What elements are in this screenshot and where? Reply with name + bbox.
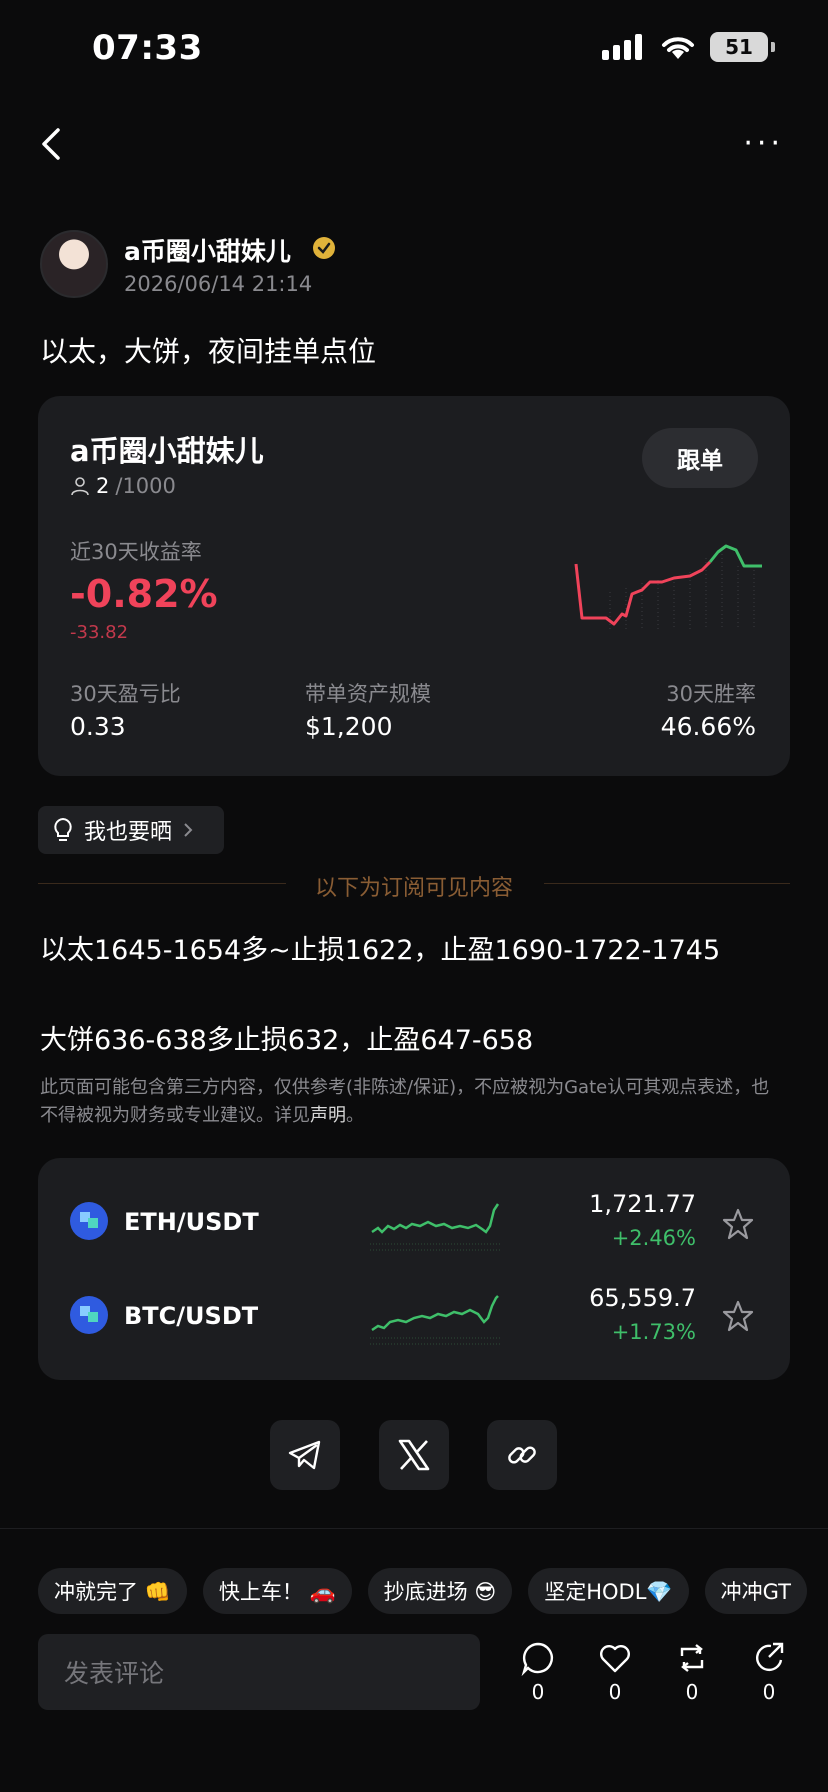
followers-count: 2/1000 (70, 474, 176, 498)
btc-coin-icon (70, 1296, 108, 1334)
roi-sparkline (574, 544, 762, 630)
market-change-btc: +1.73% (611, 1320, 696, 1344)
signal-icon (602, 34, 642, 60)
eth-sparkline (370, 1203, 502, 1251)
eth-coin-icon (70, 1202, 108, 1240)
market-price-eth: 1,721.77 (589, 1190, 696, 1218)
share-icon (756, 1642, 784, 1672)
reaction-chip[interactable]: 冲就完了 👊 (38, 1568, 187, 1614)
followers-max: /1000 (115, 474, 176, 498)
disclaimer-text: 此页面可能包含第三方内容，仅供参考(非陈述/保证)，不应被视为Gate认可其观点… (40, 1077, 770, 1126)
like-action[interactable]: 0 (585, 1640, 645, 1704)
share-action[interactable]: 0 (739, 1640, 799, 1704)
market-price-btc: 65,559.7 (589, 1284, 696, 1312)
btc-sparkline (370, 1295, 502, 1345)
share-count: 0 (762, 1680, 776, 1704)
disclaimer-end: 。 (346, 1105, 364, 1126)
status-time: 07:33 (92, 28, 203, 68)
reaction-chip[interactable]: 抄底进场 😎 (367, 1568, 513, 1614)
lightbulb-icon (54, 817, 72, 841)
battery-level: 51 (725, 35, 753, 59)
status-icons: 51 (602, 32, 775, 62)
roi-absolute: -33.82 (70, 622, 129, 643)
user-icon (71, 477, 89, 496)
more-options-icon[interactable]: ··· (743, 129, 784, 159)
reaction-chip[interactable]: 坚定HODL💎 (528, 1568, 689, 1614)
roi-label: 近30天收益率 (70, 540, 202, 564)
market-change-eth: +2.46% (611, 1226, 696, 1250)
reaction-chip[interactable]: 快上车！ 🚗 (202, 1568, 352, 1614)
copy-trade-button[interactable]: 跟单 (642, 428, 758, 488)
like-count: 0 (608, 1680, 622, 1704)
chevron-right-icon (184, 823, 193, 837)
comment-count: 0 (531, 1680, 545, 1704)
repost-icon (680, 1644, 704, 1672)
disclaimer: 此页面可能包含第三方内容，仅供参考(非陈述/保证)，不应被视为Gate认可其观点… (40, 1074, 780, 1130)
avatar[interactable] (40, 230, 108, 298)
repost-action[interactable]: 0 (662, 1640, 722, 1704)
wifi-icon (662, 37, 694, 59)
content-line-btc: 大饼636-638多止损632，止盈647-658 (40, 1025, 534, 1056)
author-name[interactable]: a币圈小甜妹儿 (124, 232, 291, 268)
back-icon[interactable] (36, 124, 64, 164)
post-timestamp: 2026/06/14 21:14 (124, 272, 313, 296)
favorite-star-icon[interactable] (720, 1206, 756, 1242)
stat-label-aum: 带单资产规模 (305, 682, 431, 706)
subscriber-divider: 以下为订阅可见内容 (314, 876, 513, 901)
post-title: 以太，大饼，夜间挂单点位 (40, 335, 377, 368)
bottom-separator (0, 1528, 828, 1529)
market-pair-btc[interactable]: BTC/USDT (124, 1302, 258, 1330)
telegram-icon (288, 1440, 321, 1470)
market-pair-eth[interactable]: ETH/USDT (124, 1208, 259, 1236)
comment-icon (521, 1642, 553, 1676)
x-icon (398, 1439, 430, 1471)
battery-indicator: 51 (710, 32, 775, 62)
stat-value-pnl-ratio: 0.33 (70, 712, 126, 741)
verified-badge-icon (313, 237, 335, 259)
like-icon (600, 1645, 630, 1673)
repost-count: 0 (685, 1680, 699, 1704)
quick-reactions: 冲就完了 👊 快上车！ 🚗 抄底进场 😎 坚定HODL💎 冲冲GT (38, 1568, 807, 1614)
disclaimer-link[interactable]: 声明 (310, 1105, 346, 1126)
comment-action[interactable]: 0 (508, 1640, 568, 1704)
stat-label-pnl-ratio: 30天盈亏比 (70, 682, 181, 706)
stat-value-win-rate: 46.66% (660, 712, 756, 741)
link-icon (508, 1446, 536, 1464)
reaction-chip[interactable]: 冲冲GT (704, 1568, 807, 1614)
stat-value-aum: $1,200 (305, 712, 393, 741)
comment-input[interactable]: 发表评论 (38, 1634, 480, 1710)
content-line-eth: 以太1645-1654多~止损1622，止盈1690-1722-1745 (40, 935, 721, 966)
share-telegram-button[interactable] (270, 1420, 340, 1490)
favorite-star-icon[interactable] (720, 1298, 756, 1334)
share-x-button[interactable] (379, 1420, 449, 1490)
trader-name: a币圈小甜妹儿 (70, 434, 264, 468)
copy-link-button[interactable] (487, 1420, 557, 1490)
share-badge-label: 我也要晒 (84, 820, 173, 845)
stat-label-win-rate: 30天胜率 (666, 682, 756, 706)
share-my-trades-button[interactable]: 我也要晒 (38, 806, 224, 854)
roi-value: -0.82% (70, 572, 218, 616)
followers-current: 2 (96, 474, 110, 498)
